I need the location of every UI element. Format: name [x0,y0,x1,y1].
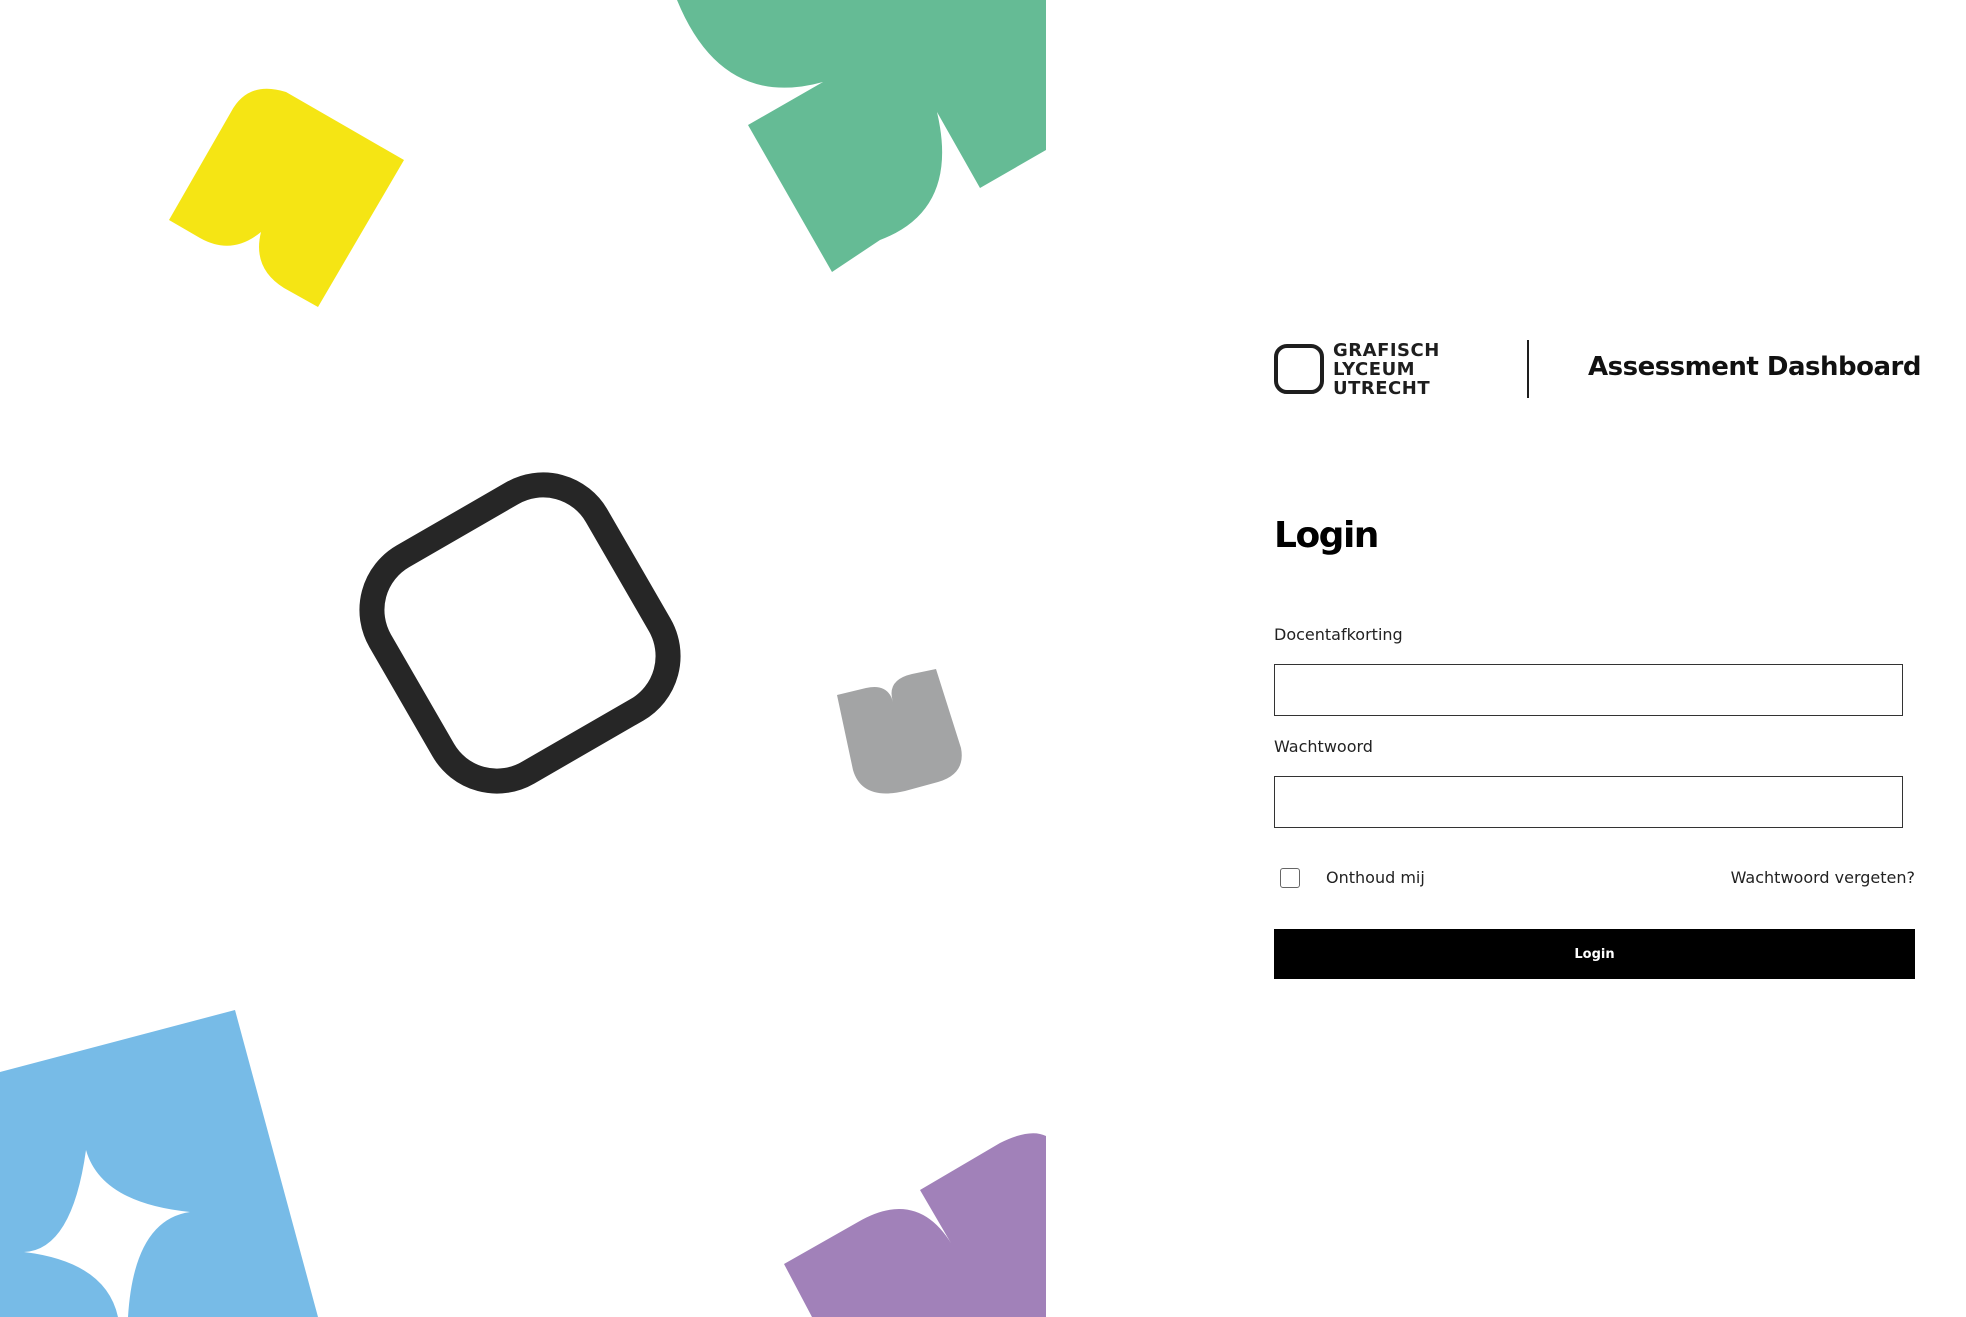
remember-label[interactable]: Onthoud mij [1326,868,1425,887]
brand-header: GRAFISCH LYCEUM UTRECHT Assessment Dashb… [1274,340,1921,398]
password-label: Wachtwoord [1274,737,1373,756]
logo-text-line: GRAFISCH [1333,339,1440,361]
logo-text-line: LYCEUM [1333,358,1416,380]
blue-shape [0,1010,318,1317]
username-input[interactable] [1274,664,1903,716]
green-shape [677,0,1046,272]
app-title: Assessment Dashboard [1588,352,1921,382]
logo-text-line: UTRECHT [1333,377,1431,399]
yellow-shape [169,88,404,308]
login-page: GRAFISCH LYCEUM UTRECHT Assessment Dashb… [0,0,1966,1317]
school-logo: GRAFISCH LYCEUM UTRECHT [1274,340,1479,398]
forgot-password-link[interactable]: Wachtwoord vergeten? [1731,868,1915,887]
password-input[interactable] [1274,776,1903,828]
outline-square-shape [359,472,681,794]
brand-divider [1527,340,1529,398]
remember-checkbox[interactable] [1280,868,1300,888]
decorative-shapes [0,0,1046,1317]
login-button[interactable]: Login [1274,929,1915,979]
logo-mark-icon [1274,344,1324,394]
decorative-art-panel [0,0,1046,1317]
username-label: Docentafkorting [1274,625,1403,644]
purple-shape [784,1133,1046,1317]
logo-text: GRAFISCH LYCEUM UTRECHT [1333,341,1440,398]
login-heading: Login [1274,515,1379,556]
login-panel: GRAFISCH LYCEUM UTRECHT Assessment Dashb… [1274,0,1921,1317]
grey-shape [837,669,962,794]
remember-row: Onthoud mij Wachtwoord vergeten? [1274,866,1915,892]
